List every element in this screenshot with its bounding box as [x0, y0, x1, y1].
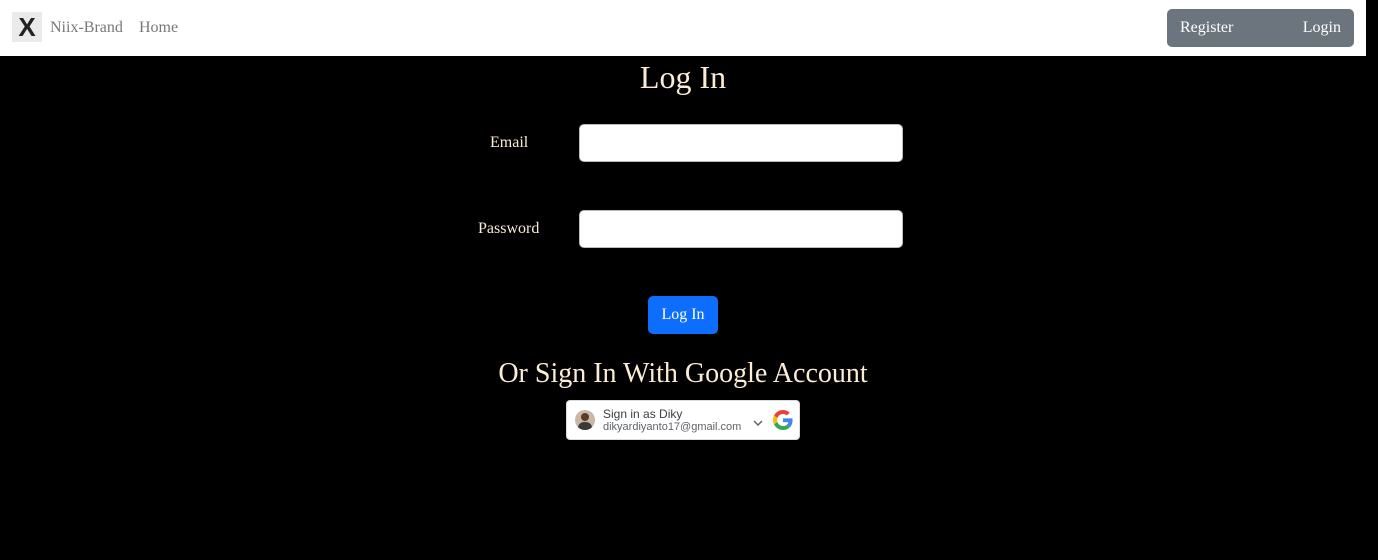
google-account-name: Sign in as Diky: [603, 407, 683, 421]
auth-button-group: Register Login: [1167, 9, 1354, 47]
google-logo-icon: [773, 410, 793, 430]
login-link[interactable]: Login: [1303, 19, 1341, 37]
page-title: Log In: [639, 59, 727, 95]
google-account-email: dikyardiyanto17@gmail.com: [603, 421, 742, 433]
nav-home-link[interactable]: Home: [139, 18, 178, 38]
brand-logo-icon[interactable]: X: [12, 12, 42, 42]
avatar: [575, 410, 595, 430]
top-navbar: X Niix-Brand Home Register Login: [0, 0, 1366, 56]
register-link[interactable]: Register: [1180, 19, 1233, 37]
log-in-button[interactable]: Log In: [648, 296, 718, 334]
email-label: Email: [490, 134, 529, 151]
chevron-down-icon[interactable]: [753, 419, 763, 427]
brand-name[interactable]: Niix-Brand: [50, 18, 123, 38]
password-field[interactable]: [579, 210, 903, 248]
google-signin-heading: Or Sign In With Google Account: [498, 358, 868, 389]
google-signin-button[interactable]: Sign in as Diky dikyardiyanto17@gmail.co…: [566, 400, 800, 440]
email-field[interactable]: [579, 124, 903, 162]
password-label: Password: [478, 220, 540, 237]
